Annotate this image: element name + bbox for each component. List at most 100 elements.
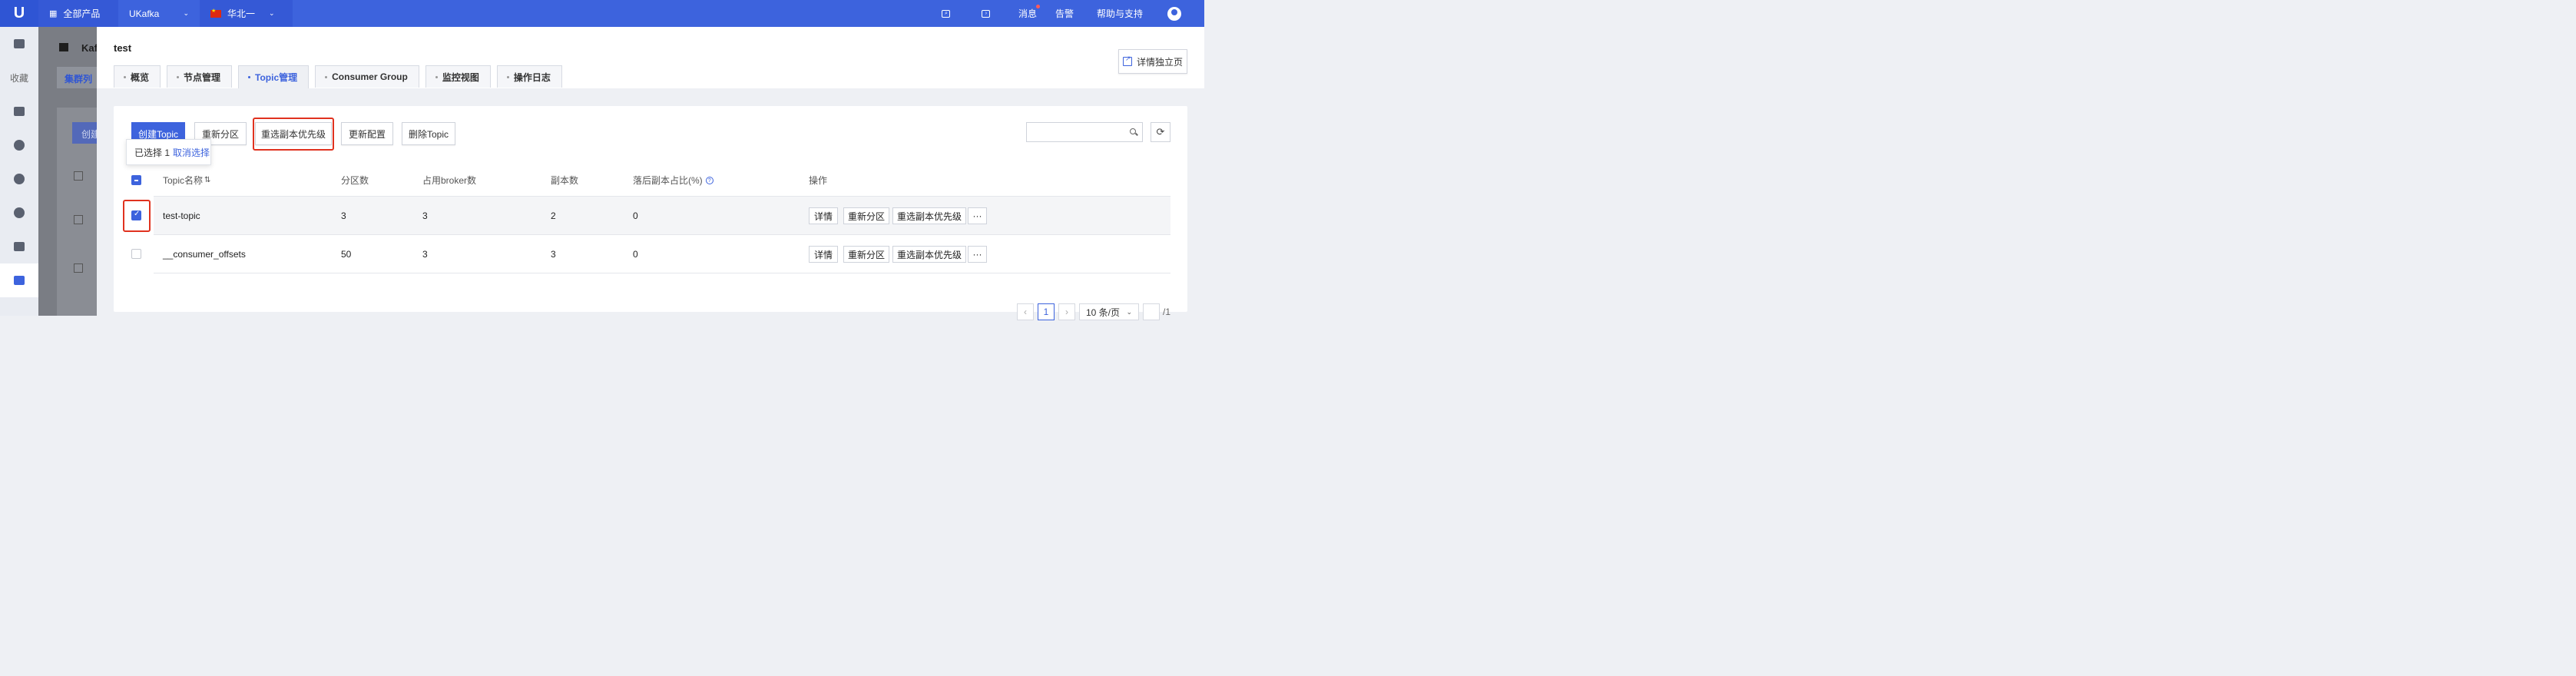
broker-count: 3: [422, 210, 428, 221]
chevron-down-icon: ⌄: [183, 9, 189, 17]
sidebar-item-kafka[interactable]: [0, 263, 38, 297]
row-checkbox[interactable]: [131, 249, 141, 259]
background-tab: 集群列: [57, 67, 103, 88]
left-sidebar: 收藏: [0, 27, 38, 316]
product-label: UKafka: [129, 8, 160, 19]
external-link-icon: [1122, 55, 1132, 66]
tab-nodes[interactable]: 节点管理: [167, 65, 233, 88]
selection-tooltip: 已选择 1 取消选择: [126, 139, 211, 165]
col-topic-name-label: Topic名称: [163, 175, 204, 186]
row-checkbox[interactable]: [131, 210, 141, 220]
delete-topic-button[interactable]: 删除Topic: [402, 122, 455, 145]
tab-monitoring[interactable]: 监控视图: [425, 65, 491, 88]
refresh-icon: ⟳: [1156, 126, 1165, 138]
search-icon[interactable]: [1130, 128, 1136, 134]
region-label: 华北一: [227, 8, 256, 19]
tab-overview[interactable]: 概览: [114, 65, 161, 88]
detail-button[interactable]: 详情: [809, 207, 838, 224]
sidebar-favorites[interactable]: 收藏: [0, 61, 38, 94]
chevron-down-icon: ⌄: [1126, 307, 1132, 316]
page-size-label: 10 条/页: [1086, 307, 1121, 318]
tab-topics[interactable]: Topic管理: [238, 65, 310, 88]
open-detail-page-button[interactable]: 详情独立页: [1118, 49, 1187, 74]
col-lag-ratio: 落后副本占比(%)?: [633, 164, 714, 196]
col-brokers: 占用broker数: [422, 175, 477, 186]
next-page-button[interactable]: ›: [1058, 303, 1075, 320]
user-avatar[interactable]: [1167, 6, 1181, 21]
chevron-down-icon: ⌄: [269, 9, 275, 17]
search-icon[interactable]: ⌕: [934, 9, 959, 18]
row-reelect-button[interactable]: 重选副本优先级: [892, 246, 966, 263]
tab-consumer-group[interactable]: Consumer Group: [315, 65, 419, 88]
partition-count: 3: [341, 210, 346, 221]
select-all-checkbox[interactable]: [131, 175, 141, 185]
all-products-menu[interactable]: ▦ 全部产品: [38, 0, 118, 27]
kafka-icon: [14, 276, 25, 285]
sort-icon[interactable]: ⇅: [204, 176, 210, 184]
update-config-button[interactable]: 更新配置: [341, 122, 393, 145]
notification-dot: [1035, 5, 1040, 8]
background-page-title: Kaf: [81, 42, 98, 54]
tab-operation-log[interactable]: 操作日志: [496, 65, 562, 88]
more-actions-button[interactable]: ···: [968, 207, 987, 224]
cancel-selection-link[interactable]: 取消选择: [173, 146, 210, 159]
sidebar-item-network[interactable]: [0, 162, 38, 196]
table-header: Topic名称 ⇅ 分区数 占用broker数 副本数 落后副本占比(%)? 操作: [131, 164, 1170, 197]
topic-name: __consumer_offsets: [163, 248, 246, 260]
page-size-select[interactable]: 10 条/页 ⌄: [1079, 303, 1139, 320]
table-row[interactable]: test-topic 3 3 2 0 详情 重新分区 重选副本优先级 ···: [123, 197, 1170, 235]
search-input[interactable]: [1026, 122, 1143, 142]
background-checkbox: [74, 263, 83, 273]
messages-label: 消息: [1018, 8, 1037, 19]
ucloud-logo[interactable]: U: [0, 0, 38, 27]
prev-page-button[interactable]: ‹: [1017, 303, 1034, 320]
sidebar-dashboard[interactable]: [0, 27, 38, 61]
alerts-link[interactable]: 告警: [1046, 7, 1083, 20]
row-repartition-button[interactable]: 重新分区: [843, 246, 889, 263]
help-icon[interactable]: ?: [705, 176, 714, 184]
replica-count: 2: [551, 210, 556, 221]
messages-link[interactable]: 消息: [1009, 5, 1046, 20]
partition-count: 50: [341, 248, 352, 260]
region-switcher[interactable]: 华北一 ⌄: [200, 0, 293, 27]
table-row[interactable]: __consumer_offsets 50 3 3 0 详情 重新分区 重选副本…: [131, 235, 1170, 273]
lag-ratio: 0: [633, 210, 638, 221]
background-checkbox: [74, 215, 83, 224]
shield-icon: [14, 242, 25, 251]
topic-name: test-topic: [163, 210, 200, 221]
refresh-button[interactable]: ⟳: [1151, 122, 1170, 142]
sidebar-item-transfer[interactable]: [0, 196, 38, 230]
database-icon: [14, 107, 25, 116]
help-support-link[interactable]: 帮助与支持: [1088, 7, 1152, 20]
reelect-replica-priority-button[interactable]: 重选副本优先级: [255, 122, 332, 145]
terminal-icon[interactable]: ›: [974, 9, 998, 18]
topics-table: Topic名称 ⇅ 分区数 占用broker数 副本数 落后副本占比(%)? 操作…: [123, 164, 1170, 273]
background-checkbox: [74, 171, 83, 181]
col-replicas: 副本数: [551, 175, 579, 186]
network-icon: [14, 174, 25, 184]
col-partitions: 分区数: [341, 175, 369, 186]
cloud-icon: [14, 140, 25, 151]
row-reelect-button[interactable]: 重选副本优先级: [892, 207, 966, 224]
product-switcher[interactable]: UKafka ⌄: [118, 0, 200, 27]
sidebar-item-database[interactable]: [0, 94, 38, 128]
broker-count: 3: [422, 248, 428, 260]
page-1-button[interactable]: 1: [1038, 303, 1055, 320]
row-repartition-button[interactable]: 重新分区: [843, 207, 889, 224]
sidebar-item-cloud[interactable]: [0, 128, 38, 162]
grid-icon: ▦: [49, 9, 58, 18]
more-actions-button[interactable]: ···: [968, 246, 987, 263]
detail-tabs: 概览 节点管理 Topic管理 Consumer Group 监控视图 操作日志: [114, 65, 562, 88]
detail-button[interactable]: 详情: [809, 246, 838, 263]
background-page-overlay: Kaf 集群列 创建: [38, 27, 103, 316]
replica-count: 3: [551, 248, 556, 260]
sidebar-item-shield[interactable]: [0, 230, 38, 263]
page-jump-input[interactable]: [1143, 303, 1160, 320]
col-topic-name[interactable]: Topic名称 ⇅: [163, 164, 210, 196]
selection-count: 已选择 1: [134, 147, 171, 158]
lag-ratio: 0: [633, 248, 638, 260]
china-flag-icon: [210, 8, 221, 18]
total-pages: /1: [1163, 307, 1171, 317]
top-navigation-bar: U ▦ 全部产品 UKafka ⌄ 华北一 ⌄ ⌕ › 消息 告警 帮助与支持: [0, 0, 1204, 27]
topic-management-panel: 创建Topic 重新分区 重选副本优先级 更新配置 删除Topic ⟳ 已选择 …: [114, 106, 1187, 320]
